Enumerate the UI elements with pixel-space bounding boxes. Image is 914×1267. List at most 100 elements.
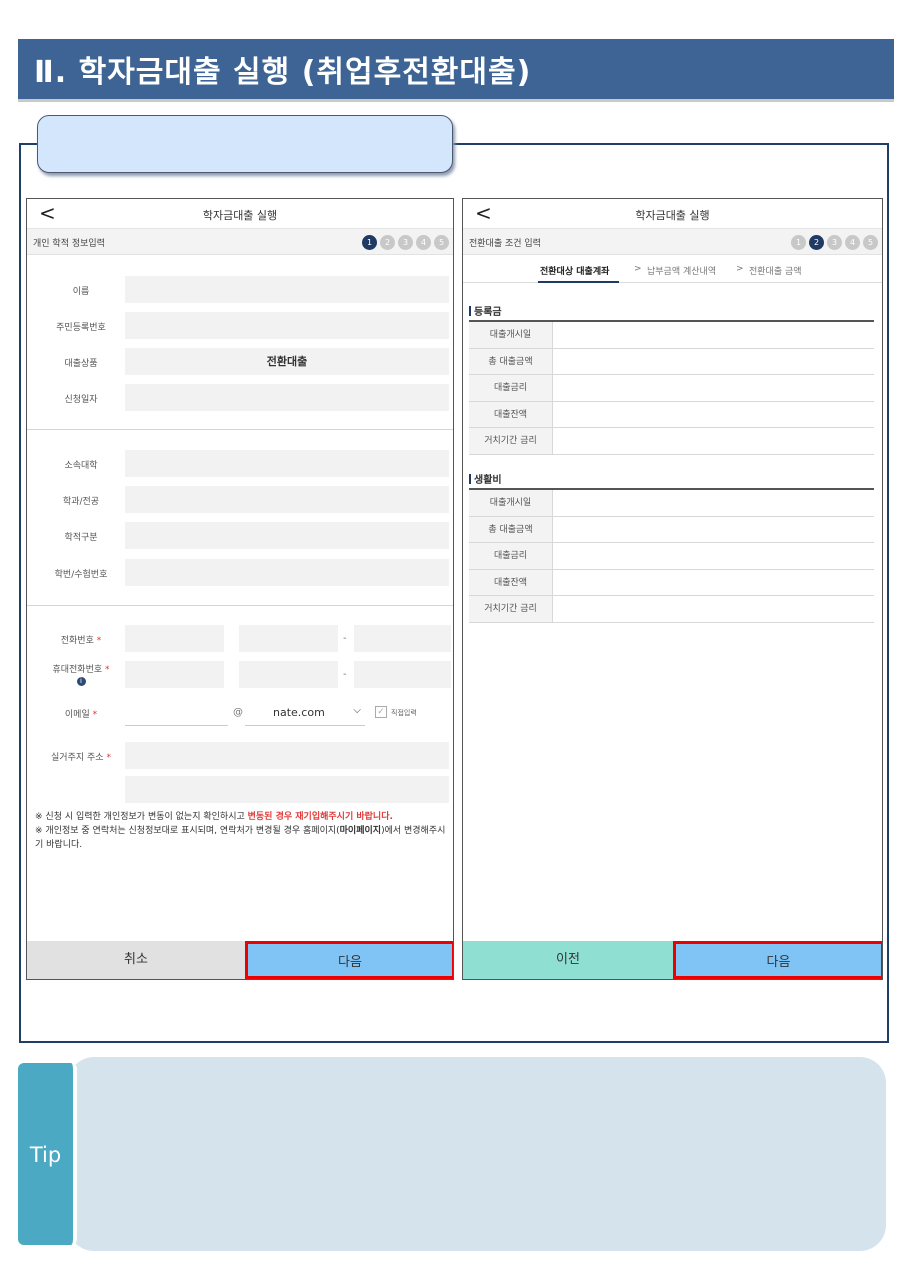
mobile-label: 휴대전화번호 * i — [52, 665, 110, 686]
table-row: 총 대출금액 — [469, 348, 874, 375]
address-row: 실거주지 주소 * — [27, 742, 453, 770]
address-label: 실거주지 주소 * — [51, 753, 111, 763]
email-id-field[interactable] — [125, 725, 228, 726]
chevron-down-icon: ⌵ — [353, 705, 361, 716]
table-row-label: 대출개시일 — [469, 490, 553, 516]
table-row: 거치기간 금리 — [469, 428, 874, 455]
phone-label: 전화번호 * — [60, 636, 102, 646]
university-field[interactable] — [125, 450, 449, 477]
tab-conversion-amount[interactable]: 전환대출 금액 — [749, 264, 802, 277]
mobile-part3-field[interactable] — [354, 661, 451, 688]
name-field[interactable] — [125, 276, 449, 303]
right-phone-screen: < 학자금대출 실행 전환대출 조건 입력 1 2 3 4 5 전환대상 대출계… — [462, 198, 883, 980]
cancel-button[interactable]: 취소 — [27, 941, 245, 979]
table-row-label: 대출금리 — [469, 375, 553, 401]
rrn-field[interactable] — [125, 312, 449, 339]
step-dot-1: 1 — [791, 235, 806, 250]
table-row-label: 거치기간 금리 — [469, 428, 553, 454]
right-step-bar: 전환대출 조건 입력 1 2 3 4 5 — [463, 229, 882, 255]
step-dot-2: 2 — [380, 235, 395, 250]
status-field[interactable] — [125, 522, 449, 549]
rrn-row: 주민등록번호 — [27, 312, 453, 340]
direct-input-label: 직접입력 — [391, 709, 417, 717]
phone-row: 전화번호 * - — [27, 625, 453, 653]
dash: - — [343, 633, 347, 644]
notice-2: ※ 개인정보 중 연락처는 신청정보대로 표시되며, 연락처가 변경될 경우 홈… — [35, 826, 446, 850]
tip-content-area — [68, 1057, 886, 1251]
at-sign: @ — [233, 707, 243, 718]
email-domain-select[interactable]: nate.com ⌵ — [245, 699, 365, 726]
right-screen-title: 학자금대출 실행 — [635, 209, 710, 222]
table-row: 거치기간 금리 — [469, 596, 874, 623]
page-header: Ⅱ. 학자금대출 실행 (취업후전환대출) — [18, 39, 894, 99]
left-step-label: 개인 학적 정보입력 — [33, 239, 105, 249]
phone-part2-field[interactable] — [239, 625, 338, 652]
student-id-field[interactable] — [125, 559, 449, 586]
tab-separator: > — [634, 264, 642, 274]
product-value: 전환대출 — [125, 348, 449, 375]
student-id-label: 학번/수험번호 — [54, 570, 108, 580]
major-row: 학과/전공 — [27, 486, 453, 514]
university-label: 소속대학 — [64, 461, 98, 471]
mobile-row: 휴대전화번호 * i - — [27, 661, 453, 689]
address-field-1[interactable] — [125, 742, 449, 769]
step-dot-2: 2 — [809, 235, 824, 250]
step-dot-1: 1 — [362, 235, 377, 250]
tuition-section-title: 등록금 — [469, 303, 502, 318]
table-row-label: 총 대출금액 — [469, 348, 553, 374]
table-row: 총 대출금액 — [469, 516, 874, 543]
active-tab-underline — [538, 281, 619, 283]
right-top-bar: < 학자금대출 실행 — [463, 199, 882, 229]
table-row-label: 대출잔액 — [469, 569, 553, 595]
tab-target-account[interactable]: 전환대상 대출계좌 — [540, 264, 609, 277]
step-dot-5: 5 — [863, 235, 878, 250]
address-row-2 — [27, 776, 453, 804]
table-row-label: 대출개시일 — [469, 322, 553, 348]
divider — [27, 429, 453, 430]
next-button[interactable]: 다음 — [673, 941, 882, 979]
university-row: 소속대학 — [27, 450, 453, 478]
address-field-2[interactable] — [125, 776, 449, 803]
right-step-indicator: 1 2 3 4 5 — [791, 235, 878, 250]
tab-separator: > — [736, 264, 744, 274]
step-dot-3: 3 — [398, 235, 413, 250]
dash: - — [343, 669, 347, 680]
email-label: 이메일 * — [64, 710, 98, 720]
mobile-part1-field[interactable] — [125, 661, 224, 688]
step-dot-4: 4 — [845, 235, 860, 250]
notice-text: ※ 신청 시 입력한 개인정보가 변동이 없는지 확인하시고 변동된 경우 재기… — [35, 810, 447, 852]
name-label: 이름 — [72, 287, 90, 297]
page-title: Ⅱ. 학자금대출 실행 (취업후전환대출) — [34, 55, 532, 90]
email-domain-value: nate.com — [273, 706, 325, 719]
left-step-indicator: 1 2 3 4 5 — [362, 235, 449, 250]
table-row-label: 대출금리 — [469, 543, 553, 569]
left-top-bar: < 학자금대출 실행 — [27, 199, 453, 229]
major-field[interactable] — [125, 486, 449, 513]
checkbox-icon[interactable]: ✓ — [375, 706, 387, 718]
phone-part3-field[interactable] — [354, 625, 451, 652]
table-row: 대출잔액 — [469, 401, 874, 428]
table-row: 대출금리 — [469, 375, 874, 402]
step-dot-4: 4 — [416, 235, 431, 250]
apply-date-field[interactable] — [125, 384, 449, 411]
table-row-label: 대출잔액 — [469, 401, 553, 427]
notice-1: ※ 신청 시 입력한 개인정보가 변동이 없는지 확인하시고 변동된 경우 재기… — [35, 812, 393, 822]
tip-badge: Tip — [18, 1063, 77, 1245]
student-id-row: 학번/수험번호 — [27, 559, 453, 587]
phone-part1-field[interactable] — [125, 625, 224, 652]
table-row-label: 거치기간 금리 — [469, 596, 553, 622]
table-row: 대출개시일 — [469, 322, 874, 349]
living-table: 대출개시일 총 대출금액 대출금리 대출잔액 거치기간 금리 — [469, 488, 874, 623]
left-step-bar: 개인 학적 정보입력 1 2 3 4 5 — [27, 229, 453, 255]
mobile-part2-field[interactable] — [239, 661, 338, 688]
apply-date-label: 신청일자 — [64, 395, 98, 405]
info-icon[interactable]: i — [76, 677, 86, 686]
sub-tab-bar: 전환대상 대출계좌 > 납부금액 계산내역 > 전환대출 금액 — [463, 255, 882, 283]
tuition-table: 대출개시일 총 대출금액 대출금리 대출잔액 거치기간 금리 — [469, 320, 874, 455]
status-label: 학적구분 — [64, 533, 98, 543]
previous-button[interactable]: 이전 — [463, 941, 673, 979]
tip-label: Tip — [29, 1143, 62, 1167]
table-row: 대출금리 — [469, 543, 874, 570]
tab-payment-calc[interactable]: 납부금액 계산내역 — [647, 264, 716, 277]
next-button[interactable]: 다음 — [245, 941, 453, 979]
